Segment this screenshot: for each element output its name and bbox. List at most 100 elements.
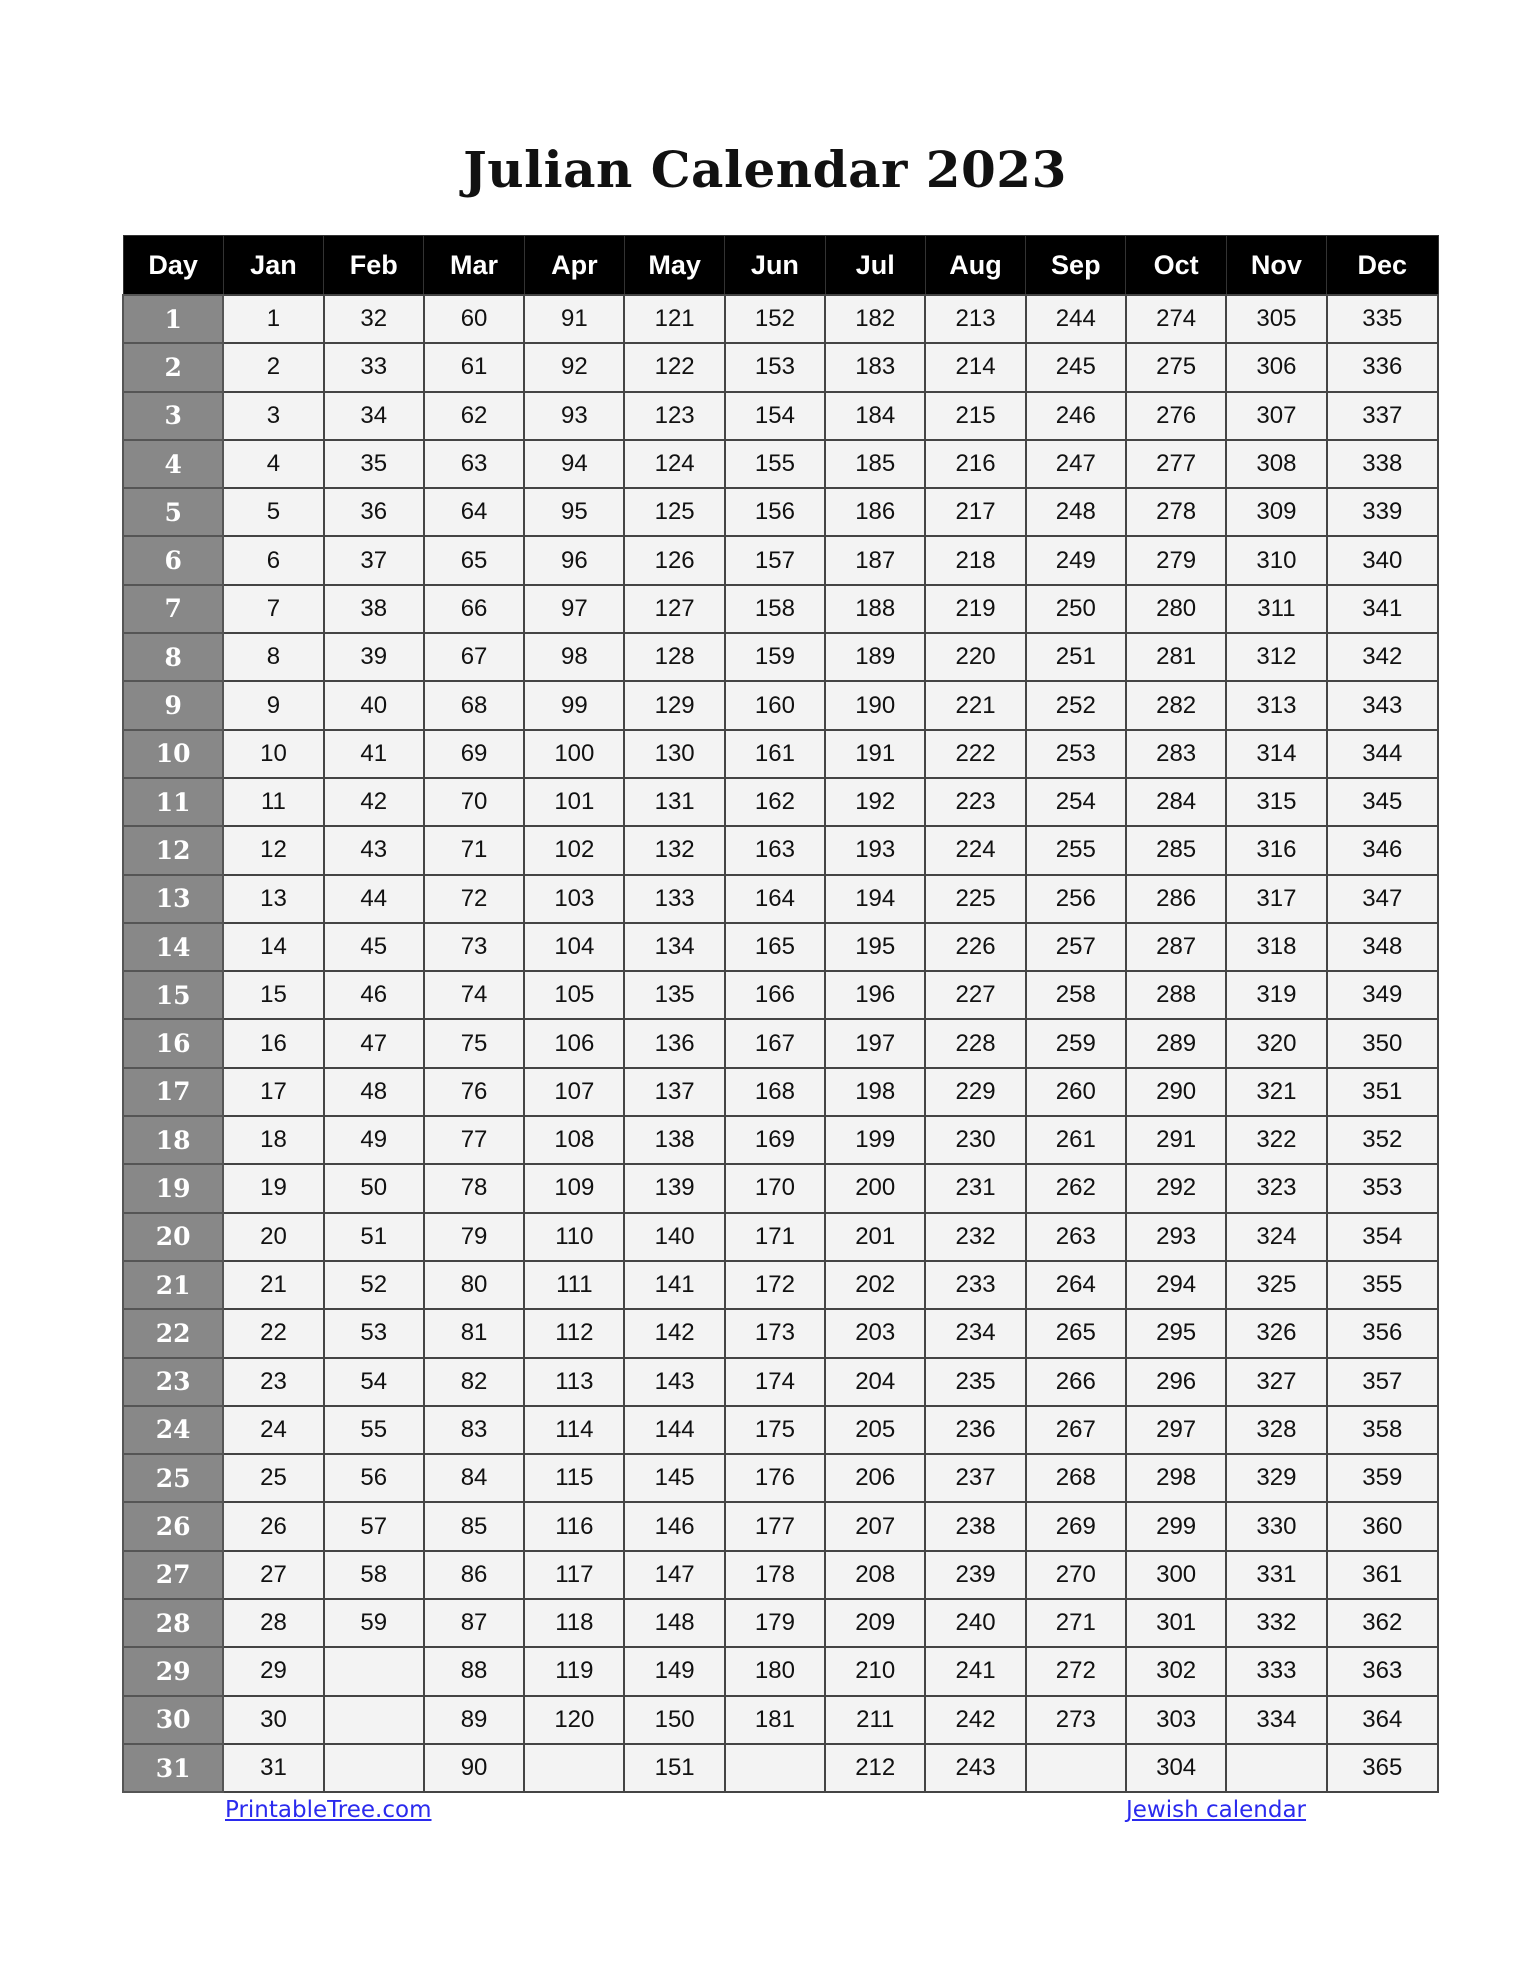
table-row: 8 8 39 67 98 128 159 189 220 251 281 312 342 bbox=[121, 632, 1440, 683]
julian-day-cell-jul: 199 bbox=[824, 1115, 927, 1166]
julian-day-cell-apr: 118 bbox=[523, 1598, 626, 1649]
julian-day-cell-jan: 27 bbox=[222, 1549, 325, 1601]
julian-day-cell-apr: 94 bbox=[523, 438, 626, 490]
jewish-calendar-link[interactable]: Jewish calendar bbox=[1126, 1797, 1306, 1823]
julian-day-cell-mar: 69 bbox=[422, 728, 526, 779]
julian-day-cell-jul: 187 bbox=[824, 535, 927, 586]
table-row: 6 6 37 65 96 126 157 187 218 249 279 310 340 bbox=[121, 535, 1440, 586]
julian-day-cell-aug: 224 bbox=[924, 825, 1027, 876]
julian-day-cell-apr: 107 bbox=[523, 1066, 626, 1118]
julian-day-cell-feb: 49 bbox=[322, 1115, 425, 1166]
julian-day-cell-mar: 74 bbox=[422, 970, 526, 1021]
julian-day-cell-aug: 236 bbox=[924, 1404, 1027, 1456]
julian-day-cell-mar: 84 bbox=[422, 1453, 526, 1504]
julian-day-cell-feb: 59 bbox=[322, 1598, 425, 1649]
julian-day-cell-nov: 330 bbox=[1225, 1501, 1328, 1552]
julian-day-cell-apr: 113 bbox=[523, 1356, 626, 1407]
julian-day-cell-sep: 251 bbox=[1024, 632, 1127, 683]
julian-day-cell-jun: 155 bbox=[723, 438, 827, 490]
julian-day-cell-nov: 305 bbox=[1225, 293, 1328, 345]
julian-day-cell-nov: 334 bbox=[1225, 1694, 1328, 1745]
julian-day-cell-nov: 312 bbox=[1225, 632, 1328, 683]
julian-day-cell-jun: 174 bbox=[723, 1356, 827, 1407]
table-row: 15 15 46 74 105 135 166 196 227 258 288 319 349 bbox=[121, 970, 1440, 1021]
julian-day-cell-jan: 9 bbox=[222, 680, 325, 731]
julian-day-cell-may: 149 bbox=[623, 1646, 726, 1697]
julian-day-cell-mar: 64 bbox=[422, 487, 526, 538]
julian-day-cell-may: 138 bbox=[623, 1115, 726, 1166]
julian-day-cell-mar: 80 bbox=[422, 1259, 526, 1311]
julian-day-cell-feb: 33 bbox=[322, 342, 425, 393]
julian-day-cell-jun: 180 bbox=[723, 1646, 827, 1697]
julian-day-cell-apr: 115 bbox=[523, 1453, 626, 1504]
julian-day-cell-dec: 337 bbox=[1325, 390, 1440, 441]
julian-day-cell-mar: 85 bbox=[422, 1501, 526, 1552]
julian-day-cell-feb: 52 bbox=[322, 1259, 425, 1311]
day-number-cell: 28 bbox=[121, 1598, 225, 1649]
julian-day-cell-may: 128 bbox=[623, 632, 726, 683]
table-row: 26 26 57 85 116 146 177 207 238 269 299 330 360 bbox=[121, 1501, 1440, 1552]
julian-day-cell-jan: 21 bbox=[222, 1259, 325, 1311]
julian-day-cell-sep: 248 bbox=[1024, 487, 1127, 538]
julian-day-cell-may: 135 bbox=[623, 970, 726, 1021]
julian-day-cell-mar: 67 bbox=[422, 632, 526, 683]
julian-day-cell-aug: 233 bbox=[924, 1259, 1027, 1311]
julian-day-cell-feb: 53 bbox=[322, 1308, 425, 1359]
julian-day-cell-dec: 336 bbox=[1325, 342, 1440, 393]
julian-day-cell-jan: 6 bbox=[222, 535, 325, 586]
julian-day-cell-may: 146 bbox=[623, 1501, 726, 1552]
julian-day-cell-apr: 101 bbox=[523, 776, 626, 828]
julian-day-cell-jul: 203 bbox=[824, 1308, 927, 1359]
julian-day-cell-feb: 57 bbox=[322, 1501, 425, 1552]
header-nov: Nov bbox=[1225, 235, 1328, 296]
day-number-cell: 3 bbox=[121, 390, 225, 441]
julian-day-cell-oct: 303 bbox=[1124, 1694, 1228, 1745]
day-number-cell: 26 bbox=[121, 1501, 225, 1552]
julian-day-cell-aug: 217 bbox=[924, 487, 1027, 538]
julian-day-cell-jan: 2 bbox=[222, 342, 325, 393]
julian-day-cell-may: 141 bbox=[623, 1259, 726, 1311]
table-row: 2 2 33 61 92 122 153 183 214 245 275 306 336 bbox=[121, 342, 1440, 393]
julian-day-cell-apr: 95 bbox=[523, 487, 626, 538]
julian-day-cell-oct: 293 bbox=[1124, 1211, 1228, 1262]
julian-day-cell-aug: 216 bbox=[924, 438, 1027, 490]
julian-day-cell-jun: 167 bbox=[723, 1018, 827, 1069]
julian-day-cell-feb: 54 bbox=[322, 1356, 425, 1407]
julian-day-cell-jun: 154 bbox=[723, 390, 827, 441]
julian-day-cell-may: 139 bbox=[623, 1163, 726, 1214]
julian-day-cell-nov: 331 bbox=[1225, 1549, 1328, 1601]
printabletree-link[interactable]: PrintableTree.com bbox=[225, 1797, 432, 1823]
julian-day-cell-sep: 245 bbox=[1024, 342, 1127, 393]
julian-day-cell-jun: 176 bbox=[723, 1453, 827, 1504]
table-row: 19 19 50 78 109 139 170 200 231 262 292 323 353 bbox=[121, 1163, 1440, 1214]
julian-day-cell-feb bbox=[322, 1694, 425, 1745]
julian-day-cell-aug: 234 bbox=[924, 1308, 1027, 1359]
julian-day-cell-jun: 160 bbox=[723, 680, 827, 731]
julian-day-cell-sep: 252 bbox=[1024, 680, 1127, 731]
julian-day-cell-oct: 295 bbox=[1124, 1308, 1228, 1359]
julian-day-cell-mar: 71 bbox=[422, 825, 526, 876]
julian-day-cell-sep: 267 bbox=[1024, 1404, 1127, 1456]
julian-day-cell-aug: 218 bbox=[924, 535, 1027, 586]
julian-day-cell-feb: 51 bbox=[322, 1211, 425, 1262]
julian-day-cell-mar: 70 bbox=[422, 776, 526, 828]
julian-day-cell-oct: 275 bbox=[1124, 342, 1228, 393]
julian-day-cell-jul: 201 bbox=[824, 1211, 927, 1262]
table-row: 25 25 56 84 115 145 176 206 237 268 298 329 359 bbox=[121, 1453, 1440, 1504]
julian-day-cell-sep: 271 bbox=[1024, 1598, 1127, 1649]
julian-day-cell-dec: 351 bbox=[1325, 1066, 1440, 1118]
julian-day-cell-sep: 260 bbox=[1024, 1066, 1127, 1118]
julian-day-cell-dec: 340 bbox=[1325, 535, 1440, 586]
julian-day-cell-mar: 76 bbox=[422, 1066, 526, 1118]
julian-day-cell-nov: 316 bbox=[1225, 825, 1328, 876]
julian-day-cell-jun: 161 bbox=[723, 728, 827, 779]
day-number-cell: 1 bbox=[121, 293, 225, 345]
julian-day-cell-jul: 209 bbox=[824, 1598, 927, 1649]
day-number-cell: 29 bbox=[121, 1646, 225, 1697]
julian-day-cell-mar: 89 bbox=[422, 1694, 526, 1745]
julian-day-cell-sep: 246 bbox=[1024, 390, 1127, 441]
julian-day-cell-oct: 274 bbox=[1124, 293, 1228, 345]
julian-day-cell-may: 129 bbox=[623, 680, 726, 731]
julian-day-cell-oct: 286 bbox=[1124, 873, 1228, 924]
julian-day-cell-aug: 237 bbox=[924, 1453, 1027, 1504]
